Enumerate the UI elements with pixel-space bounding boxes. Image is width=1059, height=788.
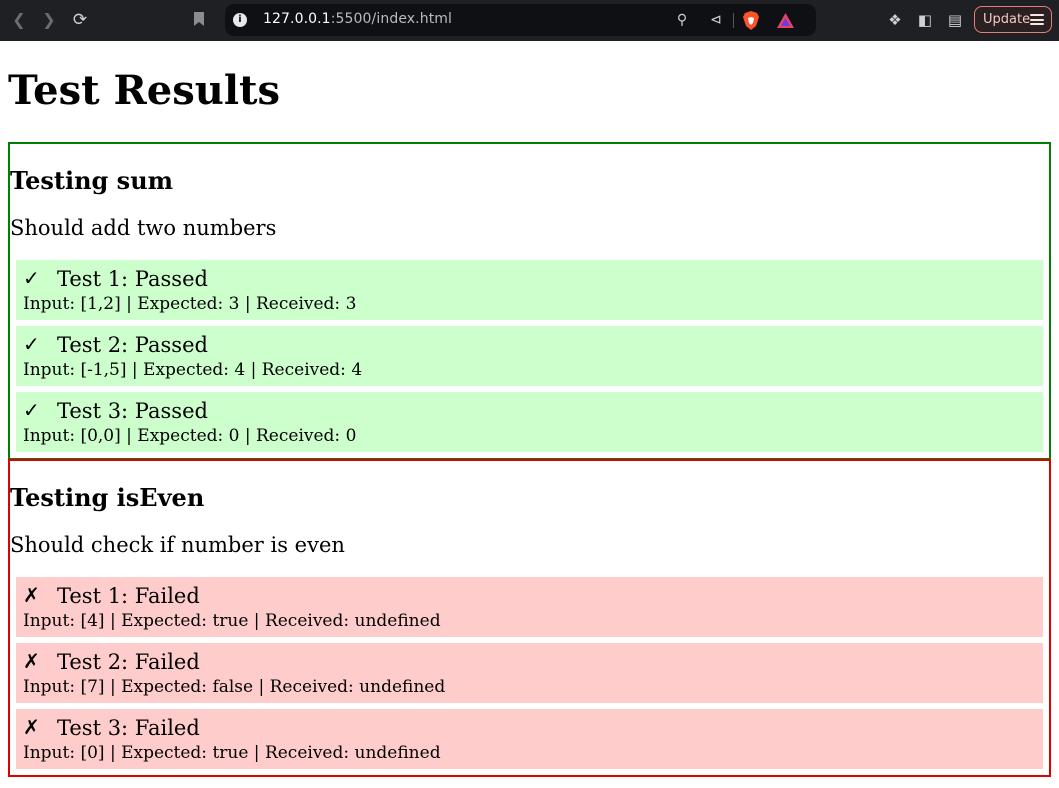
sidebar-icon[interactable]: ◧ bbox=[914, 9, 936, 31]
forward-icon[interactable]: ❯ bbox=[38, 9, 60, 31]
test-list: ✗ Test 1: Failed Input: [4] | Expected: … bbox=[16, 577, 1043, 775]
test-result: ✗ Test 2: Failed Input: [7] | Expected: … bbox=[16, 643, 1043, 703]
suite-heading: Testing sum bbox=[10, 166, 174, 195]
test-detail: Input: [0] | Expected: true | Received: … bbox=[23, 743, 441, 763]
test-result: ✗ Test 1: Failed Input: [4] | Expected: … bbox=[16, 577, 1043, 637]
check-icon: ✓ bbox=[23, 332, 40, 356]
site-info-icon[interactable]: i bbox=[233, 13, 247, 27]
cross-icon: ✗ bbox=[23, 583, 40, 607]
suite-description: Should check if number is even bbox=[10, 533, 345, 557]
zoom-icon[interactable]: ⚲ bbox=[672, 10, 692, 30]
suite-description: Should add two numbers bbox=[10, 216, 277, 240]
update-button[interactable]: Update bbox=[974, 6, 1052, 33]
test-detail: Input: [-1,5] | Expected: 4 | Received: … bbox=[23, 360, 363, 380]
extensions-icon[interactable]: ❖ bbox=[884, 9, 906, 31]
test-detail: Input: [4] | Expected: true | Received: … bbox=[23, 611, 441, 631]
cross-icon: ✗ bbox=[23, 649, 40, 673]
wallet-icon[interactable]: ▤ bbox=[944, 9, 966, 31]
test-title: Test 2: Passed bbox=[57, 333, 208, 357]
update-label: Update bbox=[983, 12, 1031, 27]
brave-shield-icon[interactable] bbox=[742, 11, 760, 30]
test-title: Test 2: Failed bbox=[57, 650, 200, 674]
test-title: Test 3: Passed bbox=[57, 399, 208, 423]
suite-heading: Testing isEven bbox=[10, 483, 205, 512]
reload-icon[interactable]: ⟳ bbox=[69, 9, 91, 31]
browser-toolbar: ❮ ❯ ⟳ i 127.0.0.1:5500/index.html ⚲ ⊲ ❖ … bbox=[0, 0, 1059, 41]
share-icon[interactable]: ⊲ bbox=[706, 10, 726, 30]
url-text[interactable]: 127.0.0.1:5500/index.html bbox=[263, 11, 452, 27]
bookmark-icon[interactable] bbox=[193, 11, 205, 27]
test-suite-sum: Testing sum Should add two numbers ✓ Tes… bbox=[8, 142, 1051, 460]
cross-icon: ✗ bbox=[23, 715, 40, 739]
test-title: Test 1: Passed bbox=[57, 267, 208, 291]
address-bar[interactable]: i 127.0.0.1:5500/index.html ⚲ ⊲ bbox=[225, 4, 816, 36]
divider bbox=[733, 13, 734, 28]
test-result: ✓ Test 2: Passed Input: [-1,5] | Expecte… bbox=[16, 326, 1043, 386]
test-title: Test 1: Failed bbox=[57, 584, 200, 608]
test-detail: Input: [1,2] | Expected: 3 | Received: 3 bbox=[23, 294, 357, 314]
test-result: ✗ Test 3: Failed Input: [0] | Expected: … bbox=[16, 709, 1043, 769]
test-detail: Input: [7] | Expected: false | Received:… bbox=[23, 677, 446, 697]
test-detail: Input: [0,0] | Expected: 0 | Received: 0 bbox=[23, 426, 357, 446]
page-title: Test Results bbox=[8, 67, 281, 114]
test-title: Test 3: Failed bbox=[57, 716, 200, 740]
check-icon: ✓ bbox=[23, 398, 40, 422]
test-result: ✓ Test 1: Passed Input: [1,2] | Expected… bbox=[16, 260, 1043, 320]
brave-rewards-icon[interactable] bbox=[776, 12, 795, 29]
test-result: ✓ Test 3: Passed Input: [0,0] | Expected… bbox=[16, 392, 1043, 452]
url-host: 127.0.0.1 bbox=[263, 11, 331, 27]
url-path: :5500/index.html bbox=[330, 11, 453, 27]
check-icon: ✓ bbox=[23, 266, 40, 290]
menu-icon[interactable] bbox=[1030, 14, 1044, 25]
back-icon[interactable]: ❮ bbox=[8, 9, 30, 31]
test-list: ✓ Test 1: Passed Input: [1,2] | Expected… bbox=[16, 260, 1043, 458]
test-suite-iseven: Testing isEven Should check if number is… bbox=[8, 459, 1051, 777]
